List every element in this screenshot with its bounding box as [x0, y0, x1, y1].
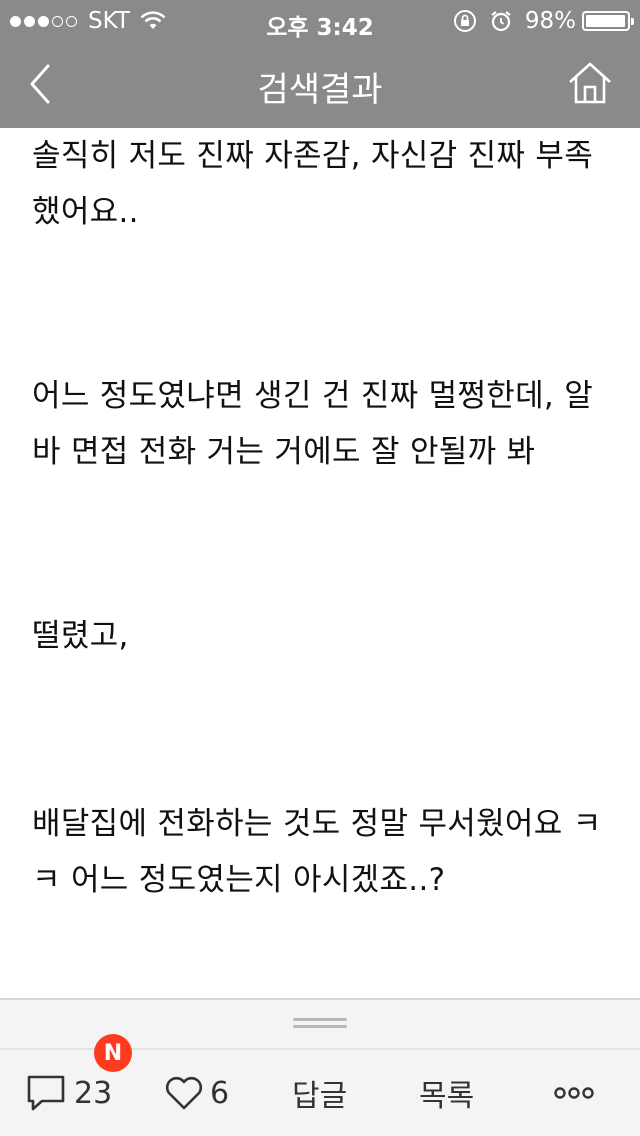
post-paragraph: 솔직히 저도 진짜 자존감, 자신감 진짜 부족했어요.. — [32, 138, 594, 230]
post-paragraph: 떨렸고, — [32, 618, 129, 654]
top-bar: SKT 오후 3:42 98% 검색결과 — [0, 0, 640, 128]
heart-icon — [165, 1076, 203, 1110]
status-bar: SKT 오후 3:42 98% — [0, 0, 640, 41]
reply-label: 답글 — [292, 1079, 348, 1114]
orientation-lock-icon — [453, 10, 476, 32]
post-paragraph: 배달집에 전화하는 것도 정말 무서웠어요 ㅋㅋ 어느 정도였는지 아시겠죠..… — [32, 806, 602, 898]
more-button[interactable] — [554, 1072, 600, 1114]
page-title: 검색결과 — [257, 70, 383, 110]
alarm-icon — [491, 11, 511, 32]
like-count: 6 — [210, 1075, 230, 1111]
post-paragraph: 어느 정도였냐면 생긴 건 진짜 멀쩡한데, 알바 면접 전화 거는 거에도 잘… — [32, 378, 594, 470]
battery-percentage: 98% — [524, 8, 576, 34]
like-button[interactable]: 6 — [164, 1072, 229, 1114]
comment-count: 23 — [74, 1075, 113, 1111]
status-right: 98% — [441, 8, 634, 34]
battery-icon — [582, 11, 634, 31]
drag-handle-icon[interactable] — [293, 1018, 347, 1028]
new-comment-badge: N — [94, 1034, 132, 1072]
more-dots-icon — [554, 1087, 594, 1099]
reply-button[interactable]: 답글 — [292, 1072, 347, 1114]
drawer-handle-area[interactable] — [0, 1000, 640, 1048]
comment-button[interactable]: 23 — [26, 1072, 112, 1114]
list-label: 목록 — [419, 1079, 475, 1114]
navigation-bar: 검색결과 — [0, 40, 640, 128]
list-button[interactable]: 목록 — [419, 1072, 474, 1114]
battery-fill — [586, 15, 625, 27]
comment-icon — [27, 1075, 65, 1111]
home-icon[interactable] — [566, 60, 614, 106]
